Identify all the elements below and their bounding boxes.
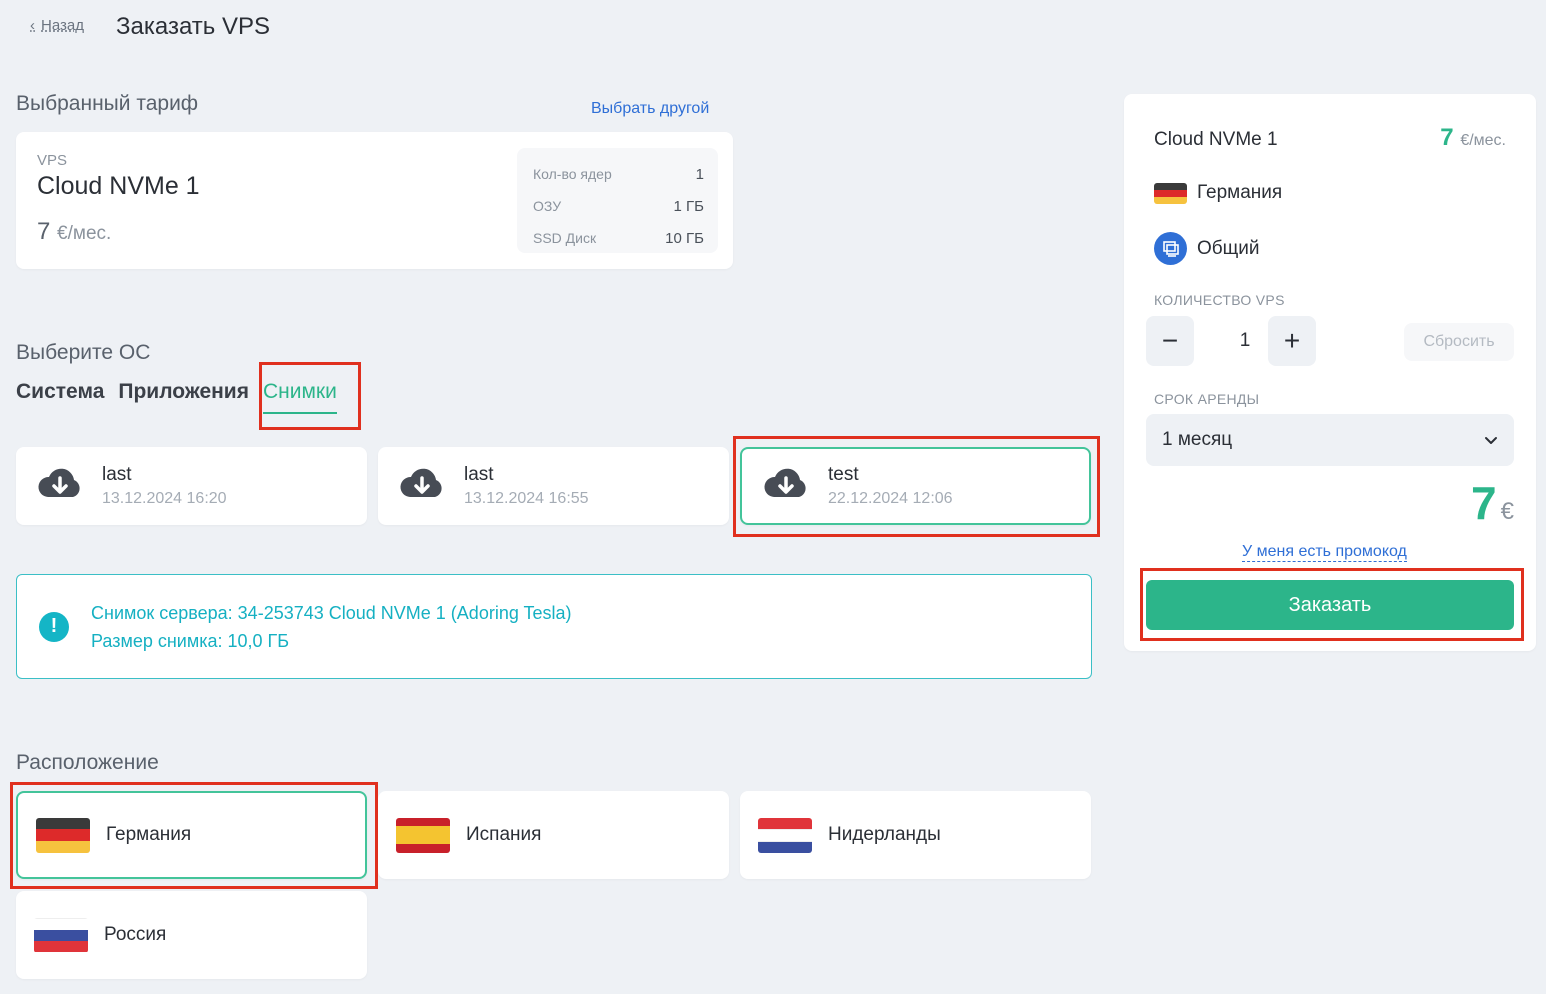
period-label: СРОК АРЕНДЫ bbox=[1154, 391, 1260, 407]
location-spain[interactable]: Испания bbox=[378, 791, 729, 879]
germany-flag-icon bbox=[36, 817, 90, 853]
cloud-download-icon bbox=[400, 468, 442, 497]
summary-network: Общий bbox=[1154, 232, 1260, 265]
qty-value[interactable]: 1 bbox=[1224, 330, 1266, 352]
os-tabs: Система Приложения Снимки bbox=[16, 380, 337, 414]
page-title: Заказать VPS bbox=[116, 13, 270, 40]
spec-key: SSD Диск bbox=[533, 230, 597, 246]
tariff-type: VPS bbox=[37, 152, 68, 169]
total-value: 7 bbox=[1471, 477, 1497, 529]
spec-row: Кол-во ядер 1 bbox=[533, 158, 704, 190]
snapshot-date: 13.12.2024 16:55 bbox=[464, 490, 589, 507]
qty-plus-button[interactable]: + bbox=[1268, 316, 1316, 366]
cloud-download-icon bbox=[764, 468, 806, 497]
summary-country: Германия bbox=[1154, 182, 1282, 204]
summary-price-value: 7 bbox=[1440, 124, 1454, 151]
chevron-down-icon bbox=[1485, 437, 1497, 444]
summary-country-name: Германия bbox=[1197, 182, 1283, 203]
location-netherlands[interactable]: Нидерланды bbox=[740, 791, 1091, 879]
netherlands-flag-icon bbox=[758, 817, 812, 853]
snapshot-date: 22.12.2024 12:06 bbox=[828, 490, 953, 507]
back-label: Назад bbox=[41, 17, 84, 34]
order-button[interactable]: Заказать bbox=[1146, 580, 1514, 630]
info-line: Снимок сервера: 34-253743 Cloud NVMe 1 (… bbox=[91, 602, 572, 623]
tariff-section-title: Выбранный тариф bbox=[16, 92, 199, 115]
russia-flag-icon bbox=[34, 917, 88, 953]
tab-apps[interactable]: Приложения bbox=[118, 380, 249, 414]
info-text: Снимок сервера: 34-253743 Cloud NVMe 1 (… bbox=[91, 599, 572, 655]
location-russia[interactable]: Россия bbox=[16, 891, 367, 979]
tariff-card: VPS Cloud NVMe 1 7 €/мес. Кол-во ядер 1 … bbox=[16, 132, 733, 269]
info-line: Размер снимка: 10,0 ГБ bbox=[91, 630, 290, 651]
cloud-download-icon bbox=[38, 468, 80, 497]
tariff-name: Cloud NVMe 1 bbox=[37, 172, 200, 200]
spec-row: ОЗУ 1 ГБ bbox=[533, 190, 704, 222]
location-name: Германия bbox=[106, 824, 192, 845]
snapshot-card-1[interactable]: last 13.12.2024 16:20 bbox=[16, 447, 367, 525]
location-germany[interactable]: Германия bbox=[16, 791, 367, 879]
snapshot-name: last bbox=[102, 464, 132, 485]
exclamation-icon: ! bbox=[39, 611, 69, 642]
location-name: Нидерланды bbox=[828, 824, 941, 845]
order-summary-panel: Cloud NVMe 1 7 €/мес. Германия Общий КОЛ… bbox=[1124, 94, 1536, 651]
period-select[interactable]: 1 месяц bbox=[1146, 414, 1514, 466]
snapshot-date: 13.12.2024 16:20 bbox=[102, 490, 227, 507]
spec-key: ОЗУ bbox=[533, 198, 562, 214]
change-tariff-link[interactable]: Выбрать другой bbox=[591, 100, 709, 118]
spec-value: 1 ГБ bbox=[673, 197, 704, 215]
summary-price-unit: €/мес. bbox=[1460, 132, 1506, 149]
summary-tariff-name: Cloud NVMe 1 bbox=[1154, 129, 1278, 150]
summary-network-name: Общий bbox=[1197, 237, 1260, 259]
tab-snapshots[interactable]: Снимки bbox=[262, 380, 337, 414]
chevron-left-icon: ‹ bbox=[30, 17, 35, 34]
snapshot-name: last bbox=[464, 464, 494, 485]
total-price: 7 € bbox=[1471, 476, 1514, 530]
tariff-price-value: 7 bbox=[37, 218, 51, 245]
period-value: 1 месяц bbox=[1162, 429, 1233, 450]
qty-label: КОЛИЧЕСТВО VPS bbox=[1154, 292, 1285, 308]
summary-price: 7 €/мес. bbox=[1440, 124, 1506, 152]
reset-button[interactable]: Сбросить bbox=[1404, 323, 1514, 361]
back-link[interactable]: ‹ Назад bbox=[30, 17, 84, 34]
location-name: Россия bbox=[104, 924, 167, 945]
location-section-title: Расположение bbox=[16, 751, 159, 774]
promo-code-link[interactable]: У меня есть промокод bbox=[1242, 543, 1407, 562]
total-unit: € bbox=[1500, 498, 1514, 525]
spec-value: 1 bbox=[695, 165, 704, 183]
tariff-price: 7 €/мес. bbox=[37, 218, 111, 246]
snapshot-info-box: ! Снимок сервера: 34-253743 Cloud NVMe 1… bbox=[16, 574, 1092, 679]
qty-minus-button[interactable]: − bbox=[1146, 316, 1194, 366]
spain-flag-icon bbox=[396, 817, 450, 853]
spec-box: Кол-во ядер 1 ОЗУ 1 ГБ SSD Диск 10 ГБ bbox=[517, 148, 718, 253]
os-section-title: Выберите ОС bbox=[16, 341, 151, 364]
spec-key: Кол-во ядер bbox=[533, 166, 612, 182]
snapshot-card-3[interactable]: test 22.12.2024 12:06 bbox=[740, 447, 1091, 525]
snapshot-card-2[interactable]: last 13.12.2024 16:55 bbox=[378, 447, 729, 525]
tariff-price-unit: €/мес. bbox=[57, 223, 112, 244]
network-icon bbox=[1154, 232, 1187, 265]
germany-flag-icon bbox=[1154, 182, 1187, 204]
tab-system[interactable]: Система bbox=[16, 380, 104, 414]
spec-row: SSD Диск 10 ГБ bbox=[533, 222, 704, 254]
spec-value: 10 ГБ bbox=[665, 229, 704, 247]
snapshot-name: test bbox=[828, 464, 859, 485]
location-name: Испания bbox=[466, 824, 542, 845]
